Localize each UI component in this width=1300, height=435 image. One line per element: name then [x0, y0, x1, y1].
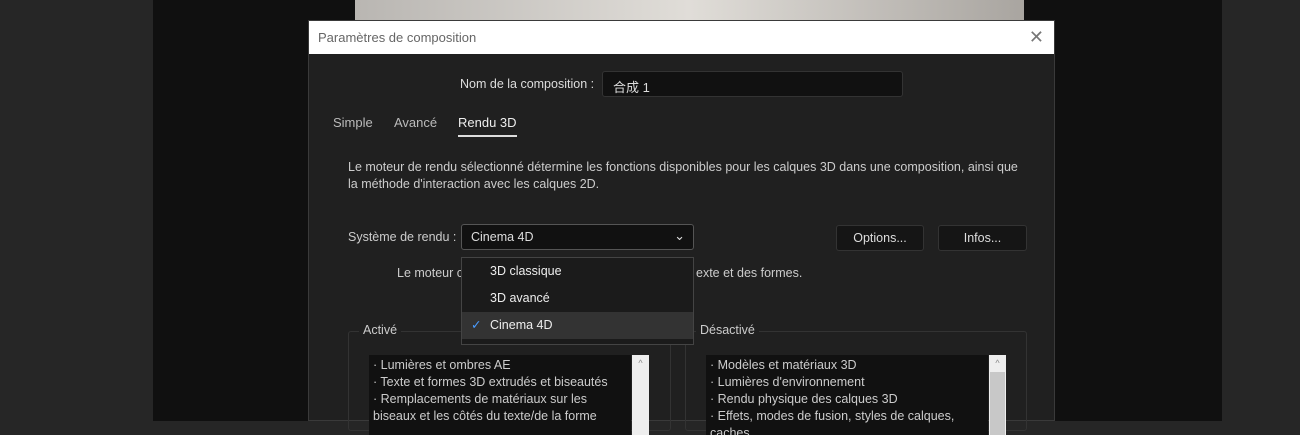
- option-classic-3d[interactable]: 3D classique: [462, 258, 693, 285]
- composition-name-input[interactable]: 合成 1: [602, 71, 903, 97]
- chevron-down-icon: ⌄: [674, 228, 685, 243]
- disabled-label: Désactivé: [696, 323, 759, 337]
- scrollbar-thumb[interactable]: [990, 372, 1005, 435]
- enabled-label: Activé: [359, 323, 402, 337]
- scroll-up-icon[interactable]: ^: [989, 355, 1006, 372]
- list-item: · Lumières d'environnement: [710, 375, 865, 389]
- checkmark-icon: ✓: [471, 318, 482, 332]
- option-cinema-4d[interactable]: ✓ Cinema 4D: [462, 312, 693, 339]
- renderer-dropdown-menu: 3D classique 3D avancé ✓ Cinema 4D: [461, 257, 694, 345]
- enabled-features-group: Activé · Lumières et ombres AE · Texte e…: [348, 323, 671, 435]
- disabled-features-list[interactable]: · Modèles et matériaux 3D · Lumières d'e…: [706, 355, 988, 435]
- list-item: · Rendu physique des calques 3D: [710, 392, 898, 406]
- tab-advanced[interactable]: Avancé: [394, 115, 437, 130]
- renderer-select[interactable]: Cinema 4D ⌄: [461, 224, 694, 250]
- list-item: · Remplacements de matériaux sur les bis…: [373, 392, 597, 423]
- list-item: · Lumières et ombres AE: [373, 358, 511, 372]
- enabled-features-list[interactable]: · Lumières et ombres AE · Texte et forme…: [369, 355, 631, 435]
- composition-settings-dialog: Paramètres de composition ✕ Nom de la co…: [308, 20, 1055, 435]
- infos-button[interactable]: Infos...: [938, 225, 1027, 251]
- tab-simple[interactable]: Simple: [333, 115, 373, 130]
- renderer-hint-start: Le moteur c: [397, 266, 464, 280]
- enabled-list-scrollbar[interactable]: ^: [632, 355, 649, 435]
- tab-3d-render[interactable]: Rendu 3D: [458, 115, 517, 137]
- scroll-up-icon[interactable]: ^: [632, 355, 649, 372]
- disabled-list-scrollbar[interactable]: ^: [989, 355, 1006, 435]
- renderer-description: Le moteur de rendu sélectionné détermine…: [348, 160, 1018, 191]
- renderer-hint-end: exte et des formes.: [696, 266, 803, 280]
- list-item: · Effets, modes de fusion, styles de cal…: [710, 409, 955, 435]
- close-icon[interactable]: ✕: [1029, 27, 1044, 48]
- disabled-features-group: Désactivé · Modèles et matériaux 3D · Lu…: [685, 323, 1027, 435]
- list-item: · Texte et formes 3D extrudés et biseaut…: [373, 375, 608, 389]
- option-label: Cinema 4D: [490, 318, 553, 332]
- dialog-title: Paramètres de composition: [318, 30, 477, 45]
- option-advanced-3d[interactable]: 3D avancé: [462, 285, 693, 312]
- renderer-label: Système de rendu :: [348, 230, 457, 244]
- composition-preview: [355, 0, 1024, 22]
- options-button[interactable]: Options...: [836, 225, 924, 251]
- dialog-titlebar: Paramètres de composition: [309, 21, 1054, 54]
- renderer-select-value: Cinema 4D: [471, 230, 534, 244]
- list-item: · Modèles et matériaux 3D: [710, 358, 857, 372]
- composition-name-label: Nom de la composition :: [460, 77, 595, 91]
